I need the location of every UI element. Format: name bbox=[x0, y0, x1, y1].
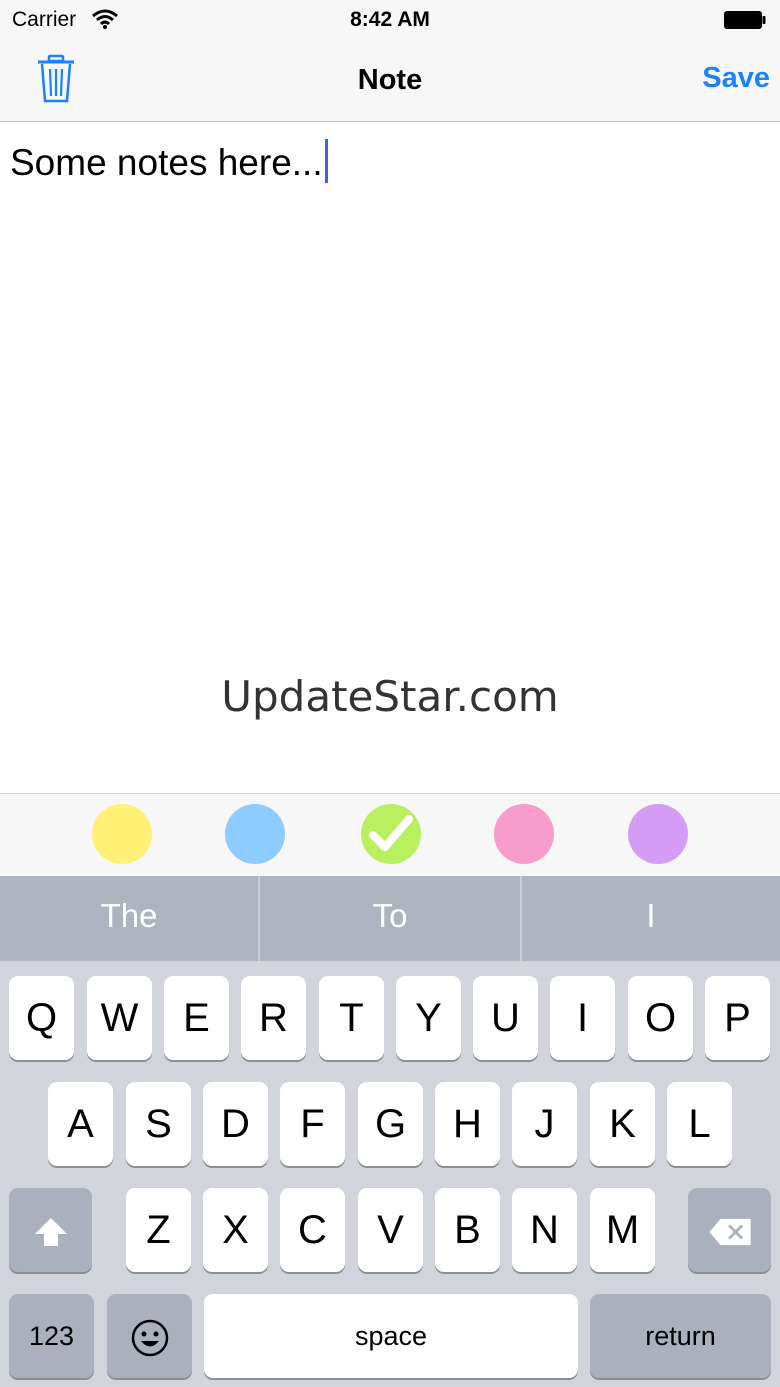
prediction-1[interactable]: The bbox=[0, 876, 258, 961]
key-j[interactable]: J bbox=[512, 1082, 577, 1166]
key-m[interactable]: M bbox=[590, 1188, 655, 1272]
numbers-key[interactable]: 123 bbox=[9, 1294, 94, 1378]
color-swatch-green[interactable] bbox=[361, 804, 421, 864]
key-l[interactable]: L bbox=[667, 1082, 732, 1166]
key-k[interactable]: K bbox=[590, 1082, 655, 1166]
key-g[interactable]: G bbox=[358, 1082, 423, 1166]
shift-key[interactable] bbox=[9, 1188, 92, 1272]
key-y[interactable]: Y bbox=[396, 976, 461, 1060]
emoji-icon bbox=[131, 1320, 168, 1357]
key-s[interactable]: S bbox=[126, 1082, 191, 1166]
key-b[interactable]: B bbox=[435, 1188, 500, 1272]
battery-icon bbox=[724, 11, 766, 29]
key-h[interactable]: H bbox=[435, 1082, 500, 1166]
delete-key[interactable] bbox=[688, 1188, 771, 1272]
key-c[interactable]: C bbox=[280, 1188, 345, 1272]
key-a[interactable]: A bbox=[48, 1082, 113, 1166]
watermark-text: UpdateStar.com bbox=[221, 672, 559, 721]
key-p[interactable]: P bbox=[705, 976, 770, 1060]
key-i[interactable]: I bbox=[550, 976, 615, 1060]
key-u[interactable]: U bbox=[473, 976, 538, 1060]
prediction-3[interactable]: I bbox=[522, 876, 780, 961]
space-key[interactable]: space bbox=[204, 1294, 578, 1378]
key-d[interactable]: D bbox=[203, 1082, 268, 1166]
note-text-content[interactable]: Some notes here... bbox=[10, 139, 328, 184]
key-e[interactable]: E bbox=[164, 976, 229, 1060]
color-swatch-purple[interactable] bbox=[628, 804, 688, 864]
backspace-icon bbox=[708, 1219, 751, 1246]
key-w[interactable]: W bbox=[87, 976, 152, 1060]
key-n[interactable]: N bbox=[512, 1188, 577, 1272]
color-swatch-pink[interactable] bbox=[494, 804, 554, 864]
key-t[interactable]: T bbox=[319, 976, 384, 1060]
key-v[interactable]: V bbox=[358, 1188, 423, 1272]
emoji-key[interactable] bbox=[107, 1294, 192, 1378]
key-x[interactable]: X bbox=[203, 1188, 268, 1272]
key-r[interactable]: R bbox=[241, 976, 306, 1060]
color-swatch-blue[interactable] bbox=[225, 804, 285, 864]
save-button[interactable]: Save bbox=[660, 62, 770, 95]
key-q[interactable]: Q bbox=[9, 976, 74, 1060]
prediction-2[interactable]: To bbox=[260, 876, 520, 961]
return-key[interactable]: return bbox=[590, 1294, 771, 1378]
key-z[interactable]: Z bbox=[126, 1188, 191, 1272]
checkmark-icon bbox=[369, 815, 413, 851]
note-text-value: Some notes here... bbox=[10, 142, 323, 183]
color-swatch-yellow[interactable] bbox=[92, 804, 152, 864]
key-o[interactable]: O bbox=[628, 976, 693, 1060]
status-time: 8:42 AM bbox=[350, 8, 430, 31]
shift-arrow-icon bbox=[34, 1218, 67, 1247]
key-f[interactable]: F bbox=[280, 1082, 345, 1166]
text-caret bbox=[324, 139, 328, 183]
